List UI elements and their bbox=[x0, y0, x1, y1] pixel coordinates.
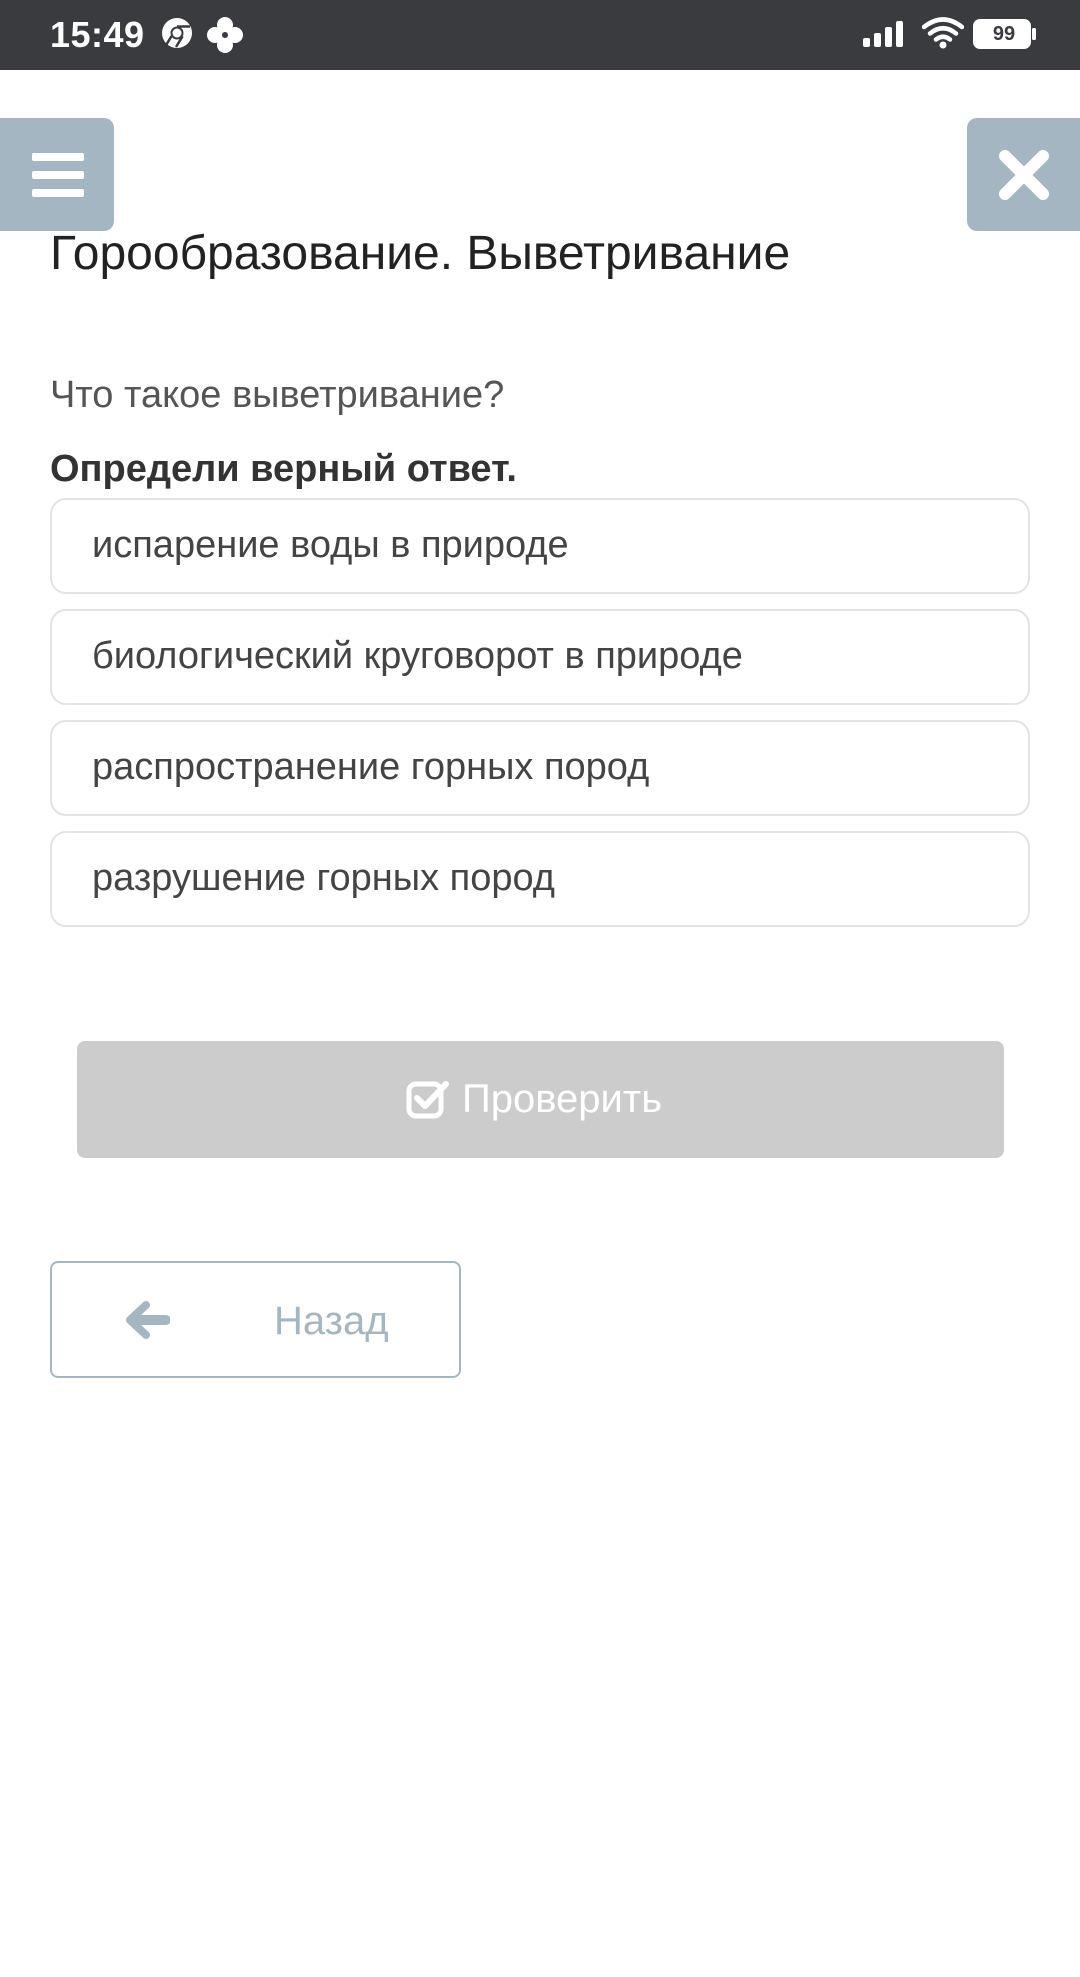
menu-button[interactable] bbox=[0, 118, 114, 231]
page-title: Горообразование. Выветривание bbox=[50, 227, 791, 280]
answer-option-label: распространение горных пород bbox=[92, 746, 650, 788]
answer-option-3[interactable]: распространение горных пород bbox=[50, 720, 1030, 816]
battery-level: 99 bbox=[992, 23, 1016, 45]
status-bar: 15:49 99 bbox=[0, 0, 1080, 70]
back-button[interactable]: Назад bbox=[50, 1261, 461, 1378]
flower-icon bbox=[207, 17, 243, 53]
signal-icon bbox=[863, 21, 903, 47]
arrow-left-icon bbox=[126, 1301, 170, 1339]
instruction-text: Определи верный ответ. bbox=[50, 448, 517, 490]
question-text: Что такое выветривание? bbox=[50, 374, 505, 416]
chrome-icon bbox=[162, 18, 192, 48]
answer-option-label: разрушение горных пород bbox=[92, 857, 555, 899]
quiz-screen: 15:49 99 Горообразование. Выветривание Ч… bbox=[0, 0, 1080, 1977]
answer-option-2[interactable]: биологический круговорот в природе bbox=[50, 609, 1030, 705]
wifi-icon bbox=[922, 17, 964, 49]
close-icon bbox=[999, 150, 1049, 200]
answer-option-4[interactable]: разрушение горных пород bbox=[50, 831, 1030, 927]
check-button[interactable]: Проверить bbox=[77, 1041, 1004, 1158]
status-time: 15:49 bbox=[50, 14, 145, 55]
checkbox-check-icon bbox=[406, 1081, 449, 1119]
hamburger-menu-icon bbox=[32, 153, 84, 161]
close-button[interactable] bbox=[967, 118, 1080, 231]
answer-option-1[interactable]: испарение воды в природе bbox=[50, 498, 1030, 594]
answer-option-label: биологический круговорот в природе bbox=[92, 635, 743, 677]
answer-option-label: испарение воды в природе bbox=[92, 524, 569, 566]
check-button-label: Проверить bbox=[462, 1077, 663, 1121]
back-button-label: Назад bbox=[274, 1299, 389, 1343]
